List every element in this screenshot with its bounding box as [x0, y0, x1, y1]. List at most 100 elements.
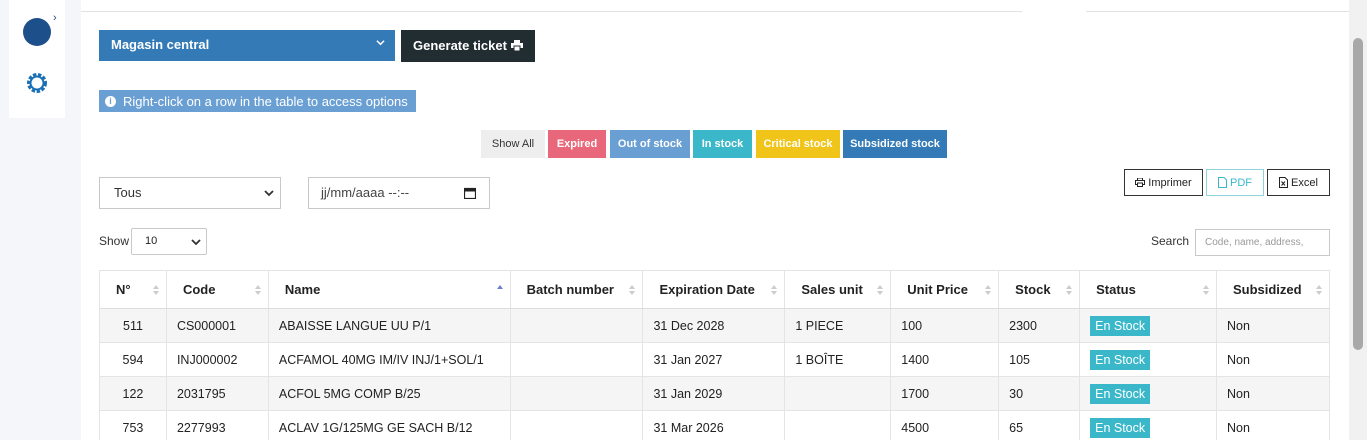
filter-subsidized-stock-button[interactable]: Subsidized stock	[843, 130, 947, 158]
filter-in-stock-button[interactable]: In stock	[693, 130, 752, 158]
excel-label: Excel	[1291, 176, 1318, 189]
info-icon: i	[105, 96, 116, 107]
cell-number: 511	[99, 308, 167, 343]
col-header-sales-unit[interactable]: Sales unit	[784, 270, 892, 309]
page-size-value: 10	[145, 235, 158, 247]
print-button[interactable]: Imprimer	[1124, 169, 1203, 196]
cell-subsidized: Non	[1215, 410, 1331, 440]
cell-stock: 105	[998, 342, 1081, 377]
stock-table: N° Code Name Batch number Expiration Dat…	[99, 270, 1331, 440]
print-icon	[1135, 178, 1146, 187]
status-badge: En Stock	[1090, 383, 1151, 404]
cell-unit	[784, 376, 892, 411]
col-header-label: Code	[182, 282, 216, 297]
cell-status: En Stock	[1079, 410, 1217, 440]
cell-expiry: 31 Jan 2029	[642, 376, 786, 411]
col-header-label: Name	[284, 282, 321, 297]
cell-subsidized: Non	[1215, 308, 1331, 343]
sort-icon	[771, 285, 778, 295]
cell-batch	[509, 376, 644, 411]
cell-status: En Stock	[1079, 308, 1217, 343]
cell-subsidized: Non	[1215, 376, 1331, 411]
filter-select[interactable]: Tous	[99, 177, 281, 209]
cell-number: 122	[99, 376, 167, 411]
print-label: Imprimer	[1148, 176, 1192, 189]
excel-button[interactable]: Excel	[1267, 169, 1330, 196]
sort-ascending-icon	[496, 285, 503, 289]
sort-icon	[877, 285, 884, 295]
status-badge: En Stock	[1090, 417, 1151, 438]
col-header-label: Expiration Date	[659, 282, 755, 297]
show-label: Show	[99, 234, 130, 248]
cell-price: 1700	[890, 376, 1000, 411]
sidebar: ›	[9, 0, 65, 118]
cell-code: INJ000002	[165, 342, 269, 377]
cell-batch	[509, 410, 644, 440]
vertical-scrollbar[interactable]	[1349, 0, 1367, 440]
cell-number: 753	[99, 410, 167, 440]
cell-expiry: 31 Mar 2026	[642, 410, 786, 440]
calendar-icon[interactable]	[464, 187, 476, 199]
cell-subsidized: Non	[1215, 342, 1331, 377]
page-size-select[interactable]: 10	[131, 228, 207, 255]
info-note-text: Right-click on a row in the table to acc…	[123, 94, 408, 109]
col-header-status[interactable]: Status	[1079, 270, 1217, 309]
col-header-expiration-date[interactable]: Expiration Date	[642, 270, 786, 309]
filter-critical-stock-button[interactable]: Critical stock	[756, 130, 840, 158]
col-header-label: Unit Price	[907, 282, 968, 297]
sort-icon	[1202, 285, 1209, 295]
filter-show-all-button[interactable]: Show All	[481, 130, 545, 158]
cell-code: 2277993	[165, 410, 269, 440]
scrollbar-thumb[interactable]	[1353, 38, 1363, 350]
filter-select-value: Tous	[114, 185, 142, 200]
search-input[interactable]: Code, name, address,	[1195, 229, 1330, 256]
pdf-label: PDF	[1230, 176, 1252, 189]
col-header-name[interactable]: Name	[267, 270, 511, 309]
generate-ticket-button[interactable]: Generate ticket	[401, 30, 535, 62]
col-header-label: Stock	[1015, 282, 1051, 297]
table-row[interactable]: 753 2277993 ACLAV 1G/125MG GE SACH B/12 …	[99, 410, 1331, 440]
cell-name: ABAISSE LANGUE UU P/1	[267, 308, 511, 343]
col-header-stock[interactable]: Stock	[998, 270, 1081, 309]
col-header-unit-price[interactable]: Unit Price	[890, 270, 1000, 309]
date-input[interactable]: jj/mm/aaaa --:--	[308, 177, 490, 209]
col-header-code[interactable]: Code	[165, 270, 269, 309]
cell-code: 2031795	[165, 376, 269, 411]
cell-name: ACFOL 5MG COMP B/25	[267, 376, 511, 411]
print-icon	[511, 40, 523, 51]
cell-expiry: 31 Dec 2028	[642, 308, 786, 343]
sort-icon	[152, 285, 159, 295]
cell-price: 1400	[890, 342, 1000, 377]
pdf-file-icon	[1218, 177, 1227, 188]
cell-unit	[784, 410, 892, 440]
sort-icon	[254, 285, 261, 295]
col-header-subsidized[interactable]: Subsidized	[1215, 270, 1331, 309]
table-row[interactable]: 122 2031795 ACFOL 5MG COMP B/25 31 Jan 2…	[99, 376, 1331, 411]
generate-ticket-label: Generate ticket	[413, 38, 507, 53]
table-row[interactable]: 511 CS000001 ABAISSE LANGUE UU P/1 31 De…	[99, 308, 1331, 343]
pdf-button[interactable]: PDF	[1206, 169, 1264, 196]
filter-expired-button[interactable]: Expired	[548, 130, 606, 158]
table-row[interactable]: 594 INJ000002 ACFAMOL 40MG IM/IV INJ/1+S…	[99, 342, 1331, 377]
col-header-label: Subsidized	[1232, 282, 1302, 297]
cell-name: ACLAV 1G/125MG GE SACH B/12	[267, 410, 511, 440]
cell-batch	[509, 342, 644, 377]
col-header-label: Status	[1096, 282, 1136, 297]
chevron-right-icon[interactable]: ›	[53, 12, 57, 24]
status-badge: En Stock	[1090, 349, 1151, 370]
search-placeholder: Code, name, address,	[1205, 237, 1304, 248]
filter-out-of-stock-button[interactable]: Out of stock	[610, 130, 690, 158]
cell-stock: 2300	[998, 308, 1081, 343]
gear-icon[interactable]	[25, 71, 49, 95]
col-header-number[interactable]: N°	[99, 270, 167, 309]
col-header-label: Batch number	[526, 282, 614, 297]
date-input-placeholder: jj/mm/aaaa --:--	[321, 185, 410, 200]
cell-number: 594	[99, 342, 167, 377]
table-header-row: N° Code Name Batch number Expiration Dat…	[99, 270, 1331, 309]
cell-unit: 1 BOÎTE	[784, 342, 892, 377]
app-logo[interactable]	[23, 18, 51, 46]
store-select[interactable]: Magasin central	[99, 30, 395, 61]
cell-price: 100	[890, 308, 1000, 343]
chevron-down-icon	[376, 40, 385, 46]
col-header-batch-number[interactable]: Batch number	[509, 270, 644, 309]
